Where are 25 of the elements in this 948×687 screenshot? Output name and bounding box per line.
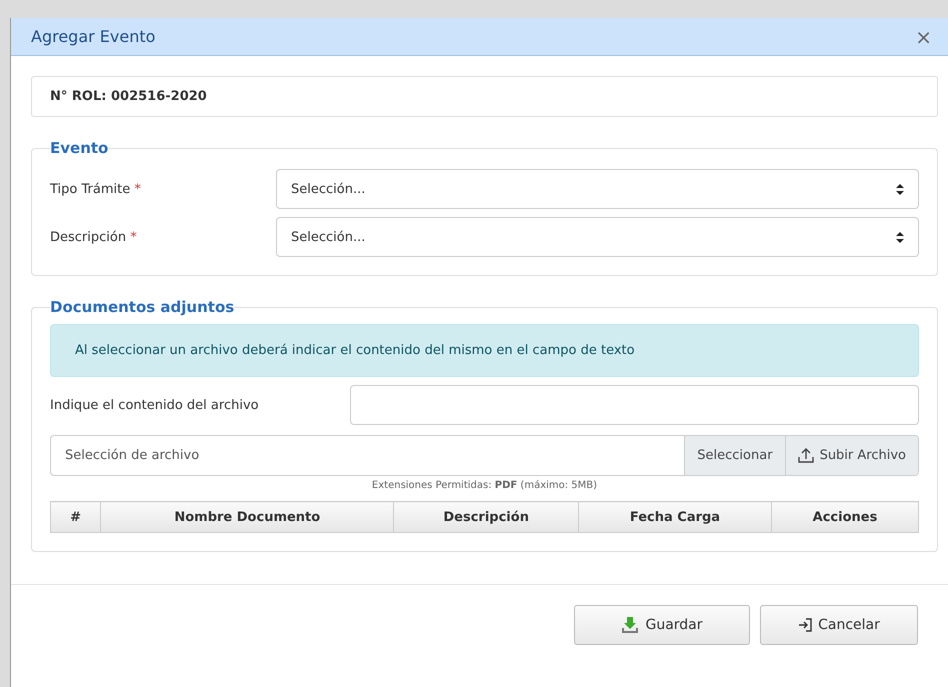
dialog-title: Agregar Evento (31, 27, 156, 46)
required-mark: * (130, 230, 137, 244)
column-header: Nombre Documento (100, 502, 394, 532)
section-title: Evento (50, 139, 108, 157)
sort-arrows-icon (896, 184, 904, 194)
field-label: Descripción (50, 230, 126, 244)
column-header: # (50, 502, 101, 532)
column-header: Fecha Carga (578, 502, 772, 532)
exit-icon (798, 618, 812, 632)
column-header: Descripción (394, 502, 578, 532)
field-label: Tipo Trámite (50, 182, 130, 196)
save-button[interactable]: Guardar (574, 605, 750, 645)
info-alert: Al seleccionar un archivo deberá indicar el contenido del mismo en el campo de texto (50, 324, 919, 377)
sort-arrows-icon (896, 232, 904, 242)
column-header: Acciones (771, 502, 918, 532)
rol-number: N° ROL: 002516-2020 (31, 76, 938, 117)
required-mark: * (134, 182, 141, 196)
field-label: Indique el contenido del archivo (50, 398, 260, 412)
section-title: Documentos adjuntos (50, 298, 234, 316)
cancel-button[interactable]: Cancelar (760, 605, 918, 645)
download-icon (621, 616, 640, 634)
select-field[interactable]: Selección... (276, 217, 919, 257)
close-button[interactable]: × (913, 24, 934, 48)
extensions-note: Extensiones Permitidas: PDF (máximo: 5MB) (370, 480, 598, 491)
select-field[interactable]: Selección... (276, 169, 919, 209)
